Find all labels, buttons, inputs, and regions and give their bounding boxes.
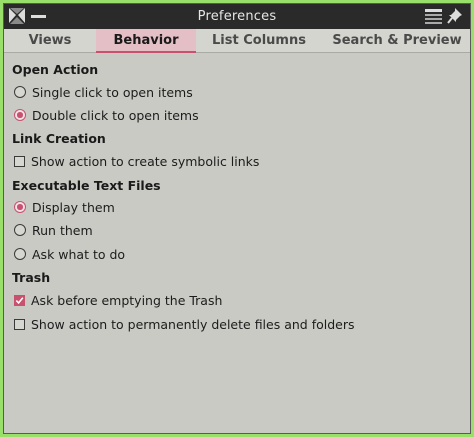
- title-bar[interactable]: Preferences: [4, 4, 470, 29]
- option-label: Single click to open items: [32, 84, 193, 100]
- option-label: Run them: [32, 222, 93, 238]
- double-click-option[interactable]: Double click to open items: [14, 106, 199, 124]
- tab-bar: Views Behavior List Columns Search & Pre…: [4, 29, 470, 53]
- tab-views[interactable]: Views: [4, 29, 96, 53]
- radio-button-selected[interactable]: [14, 201, 26, 213]
- ask-what-to-do-option[interactable]: Ask what to do: [14, 245, 125, 263]
- preferences-window: Preferences Views Behavior List Columns …: [3, 3, 471, 434]
- menu-icon[interactable]: [424, 7, 444, 25]
- permanently-delete-option[interactable]: Show action to permanently delete files …: [14, 315, 355, 333]
- option-label: Show action to permanently delete files …: [31, 316, 355, 332]
- option-label: Double click to open items: [32, 107, 199, 123]
- pin-icon[interactable]: [446, 7, 466, 25]
- behavior-panel: Open Action Single click to open items D…: [4, 53, 470, 433]
- radio-button-selected[interactable]: [14, 109, 26, 121]
- window-title: Preferences: [197, 9, 277, 24]
- run-them-option[interactable]: Run them: [14, 221, 93, 239]
- tab-behavior[interactable]: Behavior: [96, 29, 196, 53]
- checkbox[interactable]: [14, 318, 25, 330]
- option-label: Display them: [32, 199, 115, 215]
- tab-search-preview[interactable]: Search & Preview: [322, 29, 470, 53]
- executable-text-files-heading: Executable Text Files: [12, 178, 161, 193]
- link-creation-heading: Link Creation: [12, 131, 106, 146]
- option-label: Ask before emptying the Trash: [31, 292, 223, 308]
- tab-list-columns[interactable]: List Columns: [196, 29, 322, 53]
- checkbox-checked[interactable]: [14, 294, 25, 306]
- display-them-option[interactable]: Display them: [14, 198, 115, 216]
- radio-button[interactable]: [14, 248, 26, 260]
- checkmark-icon: [15, 296, 24, 304]
- radio-button[interactable]: [14, 86, 26, 98]
- open-action-heading: Open Action: [12, 62, 99, 77]
- option-label: Ask what to do: [32, 246, 126, 262]
- symbolic-links-option[interactable]: Show action to create symbolic links: [14, 152, 259, 170]
- trash-heading: Trash: [12, 270, 51, 285]
- checkbox[interactable]: [14, 155, 25, 167]
- option-label: Show action to create symbolic links: [31, 153, 260, 169]
- single-click-option[interactable]: Single click to open items: [14, 83, 193, 101]
- radio-button[interactable]: [14, 224, 26, 236]
- ask-before-emptying-option[interactable]: Ask before emptying the Trash: [14, 291, 222, 309]
